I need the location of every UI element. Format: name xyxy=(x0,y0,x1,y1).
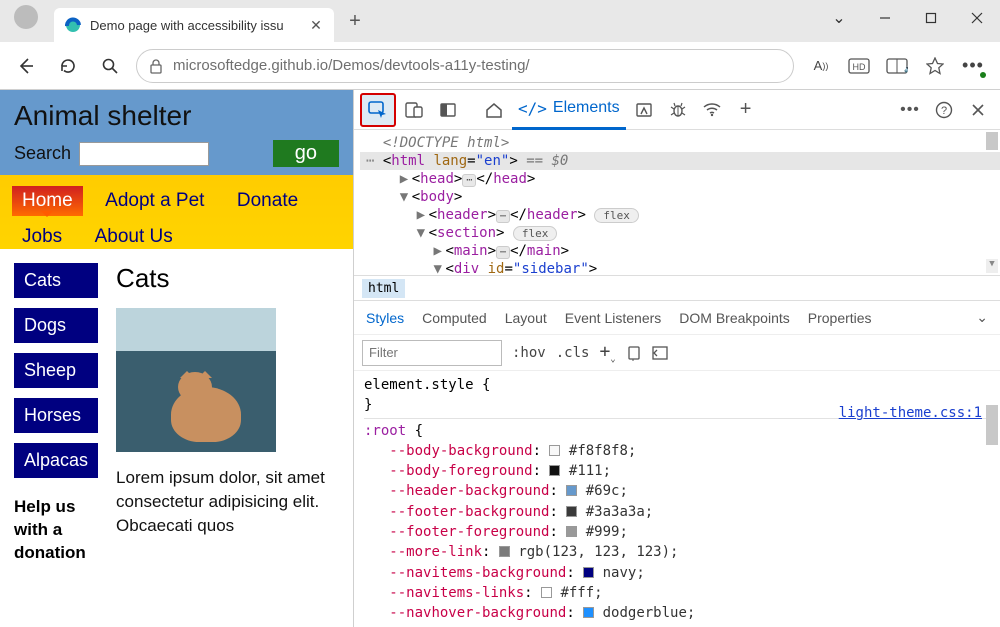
css-property-row[interactable]: --header-background: #69c; xyxy=(364,481,990,501)
sidebar-item-sheep[interactable]: Sheep xyxy=(14,353,98,388)
minimize-button[interactable] xyxy=(862,0,908,36)
read-aloud-icon[interactable]: A)) xyxy=(804,50,838,82)
styles-tab[interactable]: Styles xyxy=(366,310,404,326)
page-header: Animal shelter Search go xyxy=(0,90,353,175)
more-tabs-icon[interactable]: + xyxy=(730,94,762,126)
toggle-print-icon[interactable] xyxy=(626,345,642,361)
nav-item-jobs[interactable]: Jobs xyxy=(12,222,72,252)
styles-tabs: Styles Computed Layout Event Listeners D… xyxy=(354,301,1000,335)
main-nav: Home Adopt a Pet Donate Jobs About Us xyxy=(0,175,353,249)
css-property-row[interactable]: --navitems-links: #fff; xyxy=(364,583,990,603)
computed-tab[interactable]: Computed xyxy=(422,310,487,326)
svg-text:?: ? xyxy=(941,105,947,117)
css-property-row[interactable]: --body-foreground: #111; xyxy=(364,461,990,481)
browser-tab[interactable]: Demo page with accessibility issu ✕ xyxy=(54,8,334,42)
sidebar-item-alpacas[interactable]: Alpacas xyxy=(14,443,98,478)
css-property-row[interactable]: --more-link: rgb(123, 123, 123); xyxy=(364,542,990,562)
devtools-toolbar: </> Elements + ••• ? xyxy=(354,90,1000,130)
welcome-tab-icon[interactable] xyxy=(478,94,510,126)
address-bar: microsoftedge.github.io/Demos/devtools-a… xyxy=(0,42,1000,90)
styles-toolbar: :hov .cls +⌄ xyxy=(354,335,1000,371)
properties-tab[interactable]: Properties xyxy=(808,310,872,326)
search-label: Search xyxy=(14,143,71,164)
favorite-icon[interactable] xyxy=(918,50,952,82)
content-heading: Cats xyxy=(116,263,339,294)
styles-filter-input[interactable] xyxy=(362,340,502,366)
nav-item-adopt[interactable]: Adopt a Pet xyxy=(95,186,214,216)
css-property-row[interactable]: --navitems-link-current-background: skyb… xyxy=(364,624,990,627)
search-go-button[interactable]: go xyxy=(273,140,339,167)
reader-icon[interactable]: 🔊 xyxy=(880,50,914,82)
code-icon: </> xyxy=(518,99,547,118)
stylesheet-link[interactable]: light-theme.css:1 xyxy=(839,405,982,421)
search-button[interactable] xyxy=(94,50,126,82)
lorem-text: Lorem ipsum dolor, sit amet consectetur … xyxy=(116,466,339,537)
donation-help-text: Help us with a donation xyxy=(14,496,98,565)
tab-title: Demo page with accessibility issu xyxy=(90,18,308,33)
nav-item-home[interactable]: Home xyxy=(12,186,83,216)
dom-scrollbar[interactable] xyxy=(986,132,998,150)
eventlisteners-tab[interactable]: Event Listeners xyxy=(565,310,662,326)
rendered-page: Animal shelter Search go Home Adopt a Pe… xyxy=(0,90,354,627)
help-icon[interactable]: ? xyxy=(928,94,960,126)
svg-text:🔊: 🔊 xyxy=(904,64,908,73)
maximize-button[interactable] xyxy=(908,0,954,36)
device-toggle-icon[interactable] xyxy=(398,94,430,126)
main-content: Cats Lorem ipsum dolor, sit amet consect… xyxy=(116,263,339,565)
nav-item-donate[interactable]: Donate xyxy=(227,186,308,216)
bug-icon[interactable] xyxy=(662,94,694,126)
refresh-button[interactable] xyxy=(52,50,84,82)
sidebar-item-dogs[interactable]: Dogs xyxy=(14,308,98,343)
elements-tab[interactable]: </> Elements xyxy=(512,90,626,130)
lock-icon xyxy=(149,58,163,74)
page-title: Animal shelter xyxy=(14,100,339,132)
dock-side-icon[interactable] xyxy=(432,94,464,126)
css-property-row[interactable]: --body-background: #f8f8f8; xyxy=(364,441,990,461)
rules-scrollbar[interactable] xyxy=(986,405,998,445)
css-property-row[interactable]: --navitems-background: navy; xyxy=(364,563,990,583)
devtools-panel: </> Elements + ••• ? <!DOCTYPE html> ⋯ <… xyxy=(354,90,1000,627)
cat-image xyxy=(116,308,276,452)
new-style-rule-icon[interactable]: +⌄ xyxy=(599,341,615,365)
search-input[interactable] xyxy=(79,142,209,166)
css-property-row[interactable]: --footer-background: #3a3a3a; xyxy=(364,502,990,522)
sidebar: Cats Dogs Sheep Horses Alpacas Help us w… xyxy=(14,263,98,565)
dom-scroll-down-icon[interactable]: ▼ xyxy=(986,259,998,273)
back-button[interactable] xyxy=(10,50,42,82)
window-controls: ⌄ xyxy=(816,0,1000,36)
inspect-element-icon[interactable] xyxy=(360,93,396,127)
toggle-computed-icon[interactable] xyxy=(652,346,668,360)
devtools-close-icon[interactable] xyxy=(962,94,994,126)
url-box[interactable]: microsoftedge.github.io/Demos/devtools-a… xyxy=(136,49,794,83)
edge-favicon xyxy=(64,16,82,34)
dombreakpoints-tab[interactable]: DOM Breakpoints xyxy=(679,310,789,326)
tab-close-icon[interactable]: ✕ xyxy=(308,17,324,33)
settings-menu-button[interactable]: ••• xyxy=(956,50,990,82)
profile-avatar[interactable] xyxy=(14,5,38,29)
nav-item-about[interactable]: About Us xyxy=(85,222,183,252)
css-property-row[interactable]: --navhover-background: dodgerblue; xyxy=(364,603,990,623)
dom-breadcrumbs[interactable]: html xyxy=(354,275,1000,301)
sources-tab-icon[interactable] xyxy=(628,94,660,126)
style-rules[interactable]: element.style { } :root { light-theme.cs… xyxy=(354,371,1000,627)
close-button[interactable] xyxy=(954,0,1000,36)
url-text: microsoftedge.github.io/Demos/devtools-a… xyxy=(173,57,781,74)
hd-icon[interactable]: HD xyxy=(842,50,876,82)
sidebar-item-cats[interactable]: Cats xyxy=(14,263,98,298)
dom-tree[interactable]: <!DOCTYPE html> ⋯ <html lang="en"> == $0… xyxy=(354,130,1000,275)
styles-overflow-icon[interactable]: ⌄ xyxy=(976,309,988,326)
svg-text:HD: HD xyxy=(853,62,866,72)
layout-tab[interactable]: Layout xyxy=(505,310,547,326)
css-property-row[interactable]: --footer-foreground: #999; xyxy=(364,522,990,542)
hov-toggle[interactable]: :hov xyxy=(512,345,546,361)
network-icon[interactable] xyxy=(696,94,728,126)
new-tab-button[interactable]: + xyxy=(340,6,370,36)
tabs-chevron-icon[interactable]: ⌄ xyxy=(816,0,862,36)
cls-toggle[interactable]: .cls xyxy=(556,345,590,361)
browser-titlebar: Demo page with accessibility issu ✕ + ⌄ xyxy=(0,0,1000,42)
sidebar-item-horses[interactable]: Horses xyxy=(14,398,98,433)
more-options-icon[interactable]: ••• xyxy=(894,94,926,126)
